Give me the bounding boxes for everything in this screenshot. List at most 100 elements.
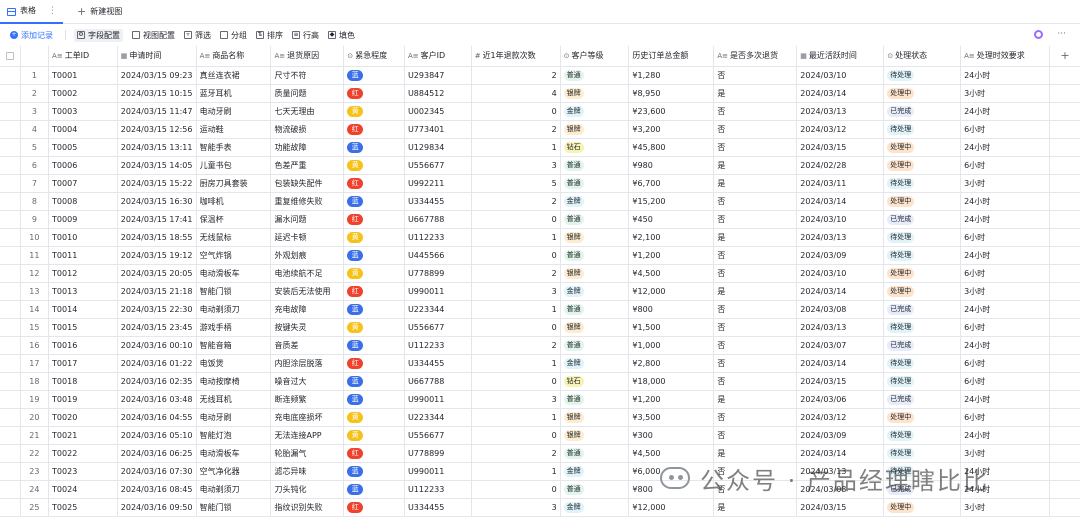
repeat-return-cell[interactable]: 否	[713, 138, 798, 157]
apply-time-cell[interactable]: 2024/03/15 23:45	[117, 318, 197, 337]
row-checkbox-cell[interactable]	[0, 426, 21, 445]
sla-cell[interactable]: 6小时	[960, 264, 1051, 283]
customer-id-cell[interactable]: U334455	[404, 498, 472, 517]
customer-level-cell[interactable]: 金牌	[560, 498, 630, 517]
apply-time-cell[interactable]: 2024/03/15 19:12	[117, 246, 197, 265]
table-row[interactable]: 17 T0017 2024/03/16 01:22 电饭煲 内胆涂层脱落红 U334455…	[0, 354, 1080, 373]
reason-cell[interactable]: 色差严重	[270, 156, 345, 175]
product-cell[interactable]: 电动滑板车	[196, 264, 272, 283]
customer-id-cell[interactable]: U223344	[404, 408, 472, 427]
row-checkbox-cell[interactable]	[0, 138, 21, 157]
refund-count-cell[interactable]: 0	[471, 102, 561, 121]
order-total-cell[interactable]: ¥1,000	[628, 336, 715, 355]
apply-time-cell[interactable]: 2024/03/16 09:50	[117, 498, 197, 517]
customer-id-cell[interactable]: U884512	[404, 84, 472, 103]
last-active-cell[interactable]: 2024/03/12	[796, 408, 885, 427]
customer-level-cell[interactable]: 金牌	[560, 354, 630, 373]
column-header-status[interactable]: ⊙ 处理状态	[883, 46, 962, 67]
status-cell[interactable]: 处理中	[883, 408, 962, 427]
row-checkbox-cell[interactable]	[0, 390, 21, 409]
last-active-cell[interactable]: 2024/03/15	[796, 138, 885, 157]
tab-table-view[interactable]: 表格 ⋮	[0, 0, 63, 24]
repeat-return-cell[interactable]: 否	[713, 66, 798, 85]
repeat-return-cell[interactable]: 否	[713, 408, 798, 427]
customer-id-cell[interactable]: U990011	[404, 390, 472, 409]
product-cell[interactable]: 电动剃须刀	[196, 480, 272, 499]
urgency-cell[interactable]: 蓝	[343, 372, 405, 391]
customer-id-cell[interactable]: U990011	[404, 282, 472, 301]
reason-cell[interactable]: 指纹识别失败	[270, 498, 345, 517]
urgency-cell[interactable]: 蓝	[343, 300, 405, 319]
ticket-id-cell[interactable]: T0019	[48, 390, 118, 409]
customer-id-cell[interactable]: U334455	[404, 192, 472, 211]
ticket-id-cell[interactable]: T0005	[48, 138, 118, 157]
sla-cell[interactable]: 24小时	[960, 66, 1051, 85]
row-checkbox-cell[interactable]	[0, 174, 21, 193]
last-active-cell[interactable]: 2024/03/13	[796, 102, 885, 121]
refund-count-cell[interactable]: 2	[471, 264, 561, 283]
urgency-cell[interactable]: 黄	[343, 426, 405, 445]
product-cell[interactable]: 电动牙刷	[196, 102, 272, 121]
customer-id-cell[interactable]: U990011	[404, 462, 472, 481]
ticket-id-cell[interactable]: T0014	[48, 300, 118, 319]
urgency-cell[interactable]: 黄	[343, 228, 405, 247]
status-cell[interactable]: 处理中	[883, 156, 962, 175]
row-number[interactable]: 2	[20, 84, 50, 103]
urgency-cell[interactable]: 红	[343, 84, 405, 103]
row-checkbox-cell[interactable]	[0, 246, 21, 265]
status-cell[interactable]: 已完成	[883, 102, 962, 121]
ticket-id-cell[interactable]: T0009	[48, 210, 118, 229]
reason-cell[interactable]: 音质差	[270, 336, 345, 355]
customer-id-cell[interactable]: U778899	[404, 444, 472, 463]
ticket-id-cell[interactable]: T0006	[48, 156, 118, 175]
ticket-id-cell[interactable]: T0018	[48, 372, 118, 391]
row-checkbox-cell[interactable]	[0, 354, 21, 373]
apply-time-cell[interactable]: 2024/03/15 09:23	[117, 66, 197, 85]
apply-time-cell[interactable]: 2024/03/15 15:22	[117, 174, 197, 193]
apply-time-cell[interactable]: 2024/03/16 00:10	[117, 336, 197, 355]
sla-cell[interactable]: 3小时	[960, 498, 1051, 517]
product-cell[interactable]: 厨房刀具套装	[196, 174, 272, 193]
repeat-return-cell[interactable]: 是	[713, 390, 798, 409]
row-checkbox-cell[interactable]	[0, 192, 21, 211]
reason-cell[interactable]: 外观划痕	[270, 246, 345, 265]
product-cell[interactable]: 无线耳机	[196, 390, 272, 409]
row-number[interactable]: 12	[20, 264, 50, 283]
status-cell[interactable]: 待处理	[883, 120, 962, 139]
reason-cell[interactable]: 内胆涂层脱落	[270, 354, 345, 373]
refund-count-cell[interactable]: 3	[471, 498, 561, 517]
order-total-cell[interactable]: ¥12,000	[628, 498, 715, 517]
customer-id-cell[interactable]: U223344	[404, 300, 472, 319]
customer-level-cell[interactable]: 钻石	[560, 138, 630, 157]
row-checkbox-cell[interactable]	[0, 102, 21, 121]
row-number[interactable]: 18	[20, 372, 50, 391]
product-cell[interactable]: 空气炸锅	[196, 246, 272, 265]
last-active-cell[interactable]: 2024/03/13	[796, 318, 885, 337]
sla-cell[interactable]: 6小时	[960, 354, 1051, 373]
refund-count-cell[interactable]: 1	[471, 300, 561, 319]
apply-time-cell[interactable]: 2024/03/15 12:56	[117, 120, 197, 139]
customer-id-cell[interactable]: U129834	[404, 138, 472, 157]
row-number[interactable]: 22	[20, 444, 50, 463]
reason-cell[interactable]: 物流破损	[270, 120, 345, 139]
customer-id-cell[interactable]: U667788	[404, 372, 472, 391]
customer-level-cell[interactable]: 普通	[560, 390, 630, 409]
repeat-return-cell[interactable]: 否	[713, 336, 798, 355]
status-cell[interactable]: 待处理	[883, 66, 962, 85]
apply-time-cell[interactable]: 2024/03/15 11:47	[117, 102, 197, 121]
repeat-return-cell[interactable]: 是	[713, 156, 798, 175]
product-cell[interactable]: 智能灯泡	[196, 426, 272, 445]
row-height-button[interactable]: ≡ 行高	[292, 30, 319, 41]
sla-cell[interactable]: 24小时	[960, 138, 1051, 157]
customer-level-cell[interactable]: 金牌	[560, 462, 630, 481]
repeat-return-cell[interactable]: 否	[713, 210, 798, 229]
row-number[interactable]: 20	[20, 408, 50, 427]
customer-level-cell[interactable]: 普通	[560, 156, 630, 175]
urgency-cell[interactable]: 蓝	[343, 480, 405, 499]
last-active-cell[interactable]: 2024/03/12	[796, 120, 885, 139]
reason-cell[interactable]: 充电底座损坏	[270, 408, 345, 427]
column-header-apply-time[interactable]: ▦ 申请时间	[117, 46, 197, 67]
refund-count-cell[interactable]: 2	[471, 192, 561, 211]
repeat-return-cell[interactable]: 是	[713, 84, 798, 103]
column-header-refund-count[interactable]: # 近1年退款次数	[471, 46, 561, 67]
